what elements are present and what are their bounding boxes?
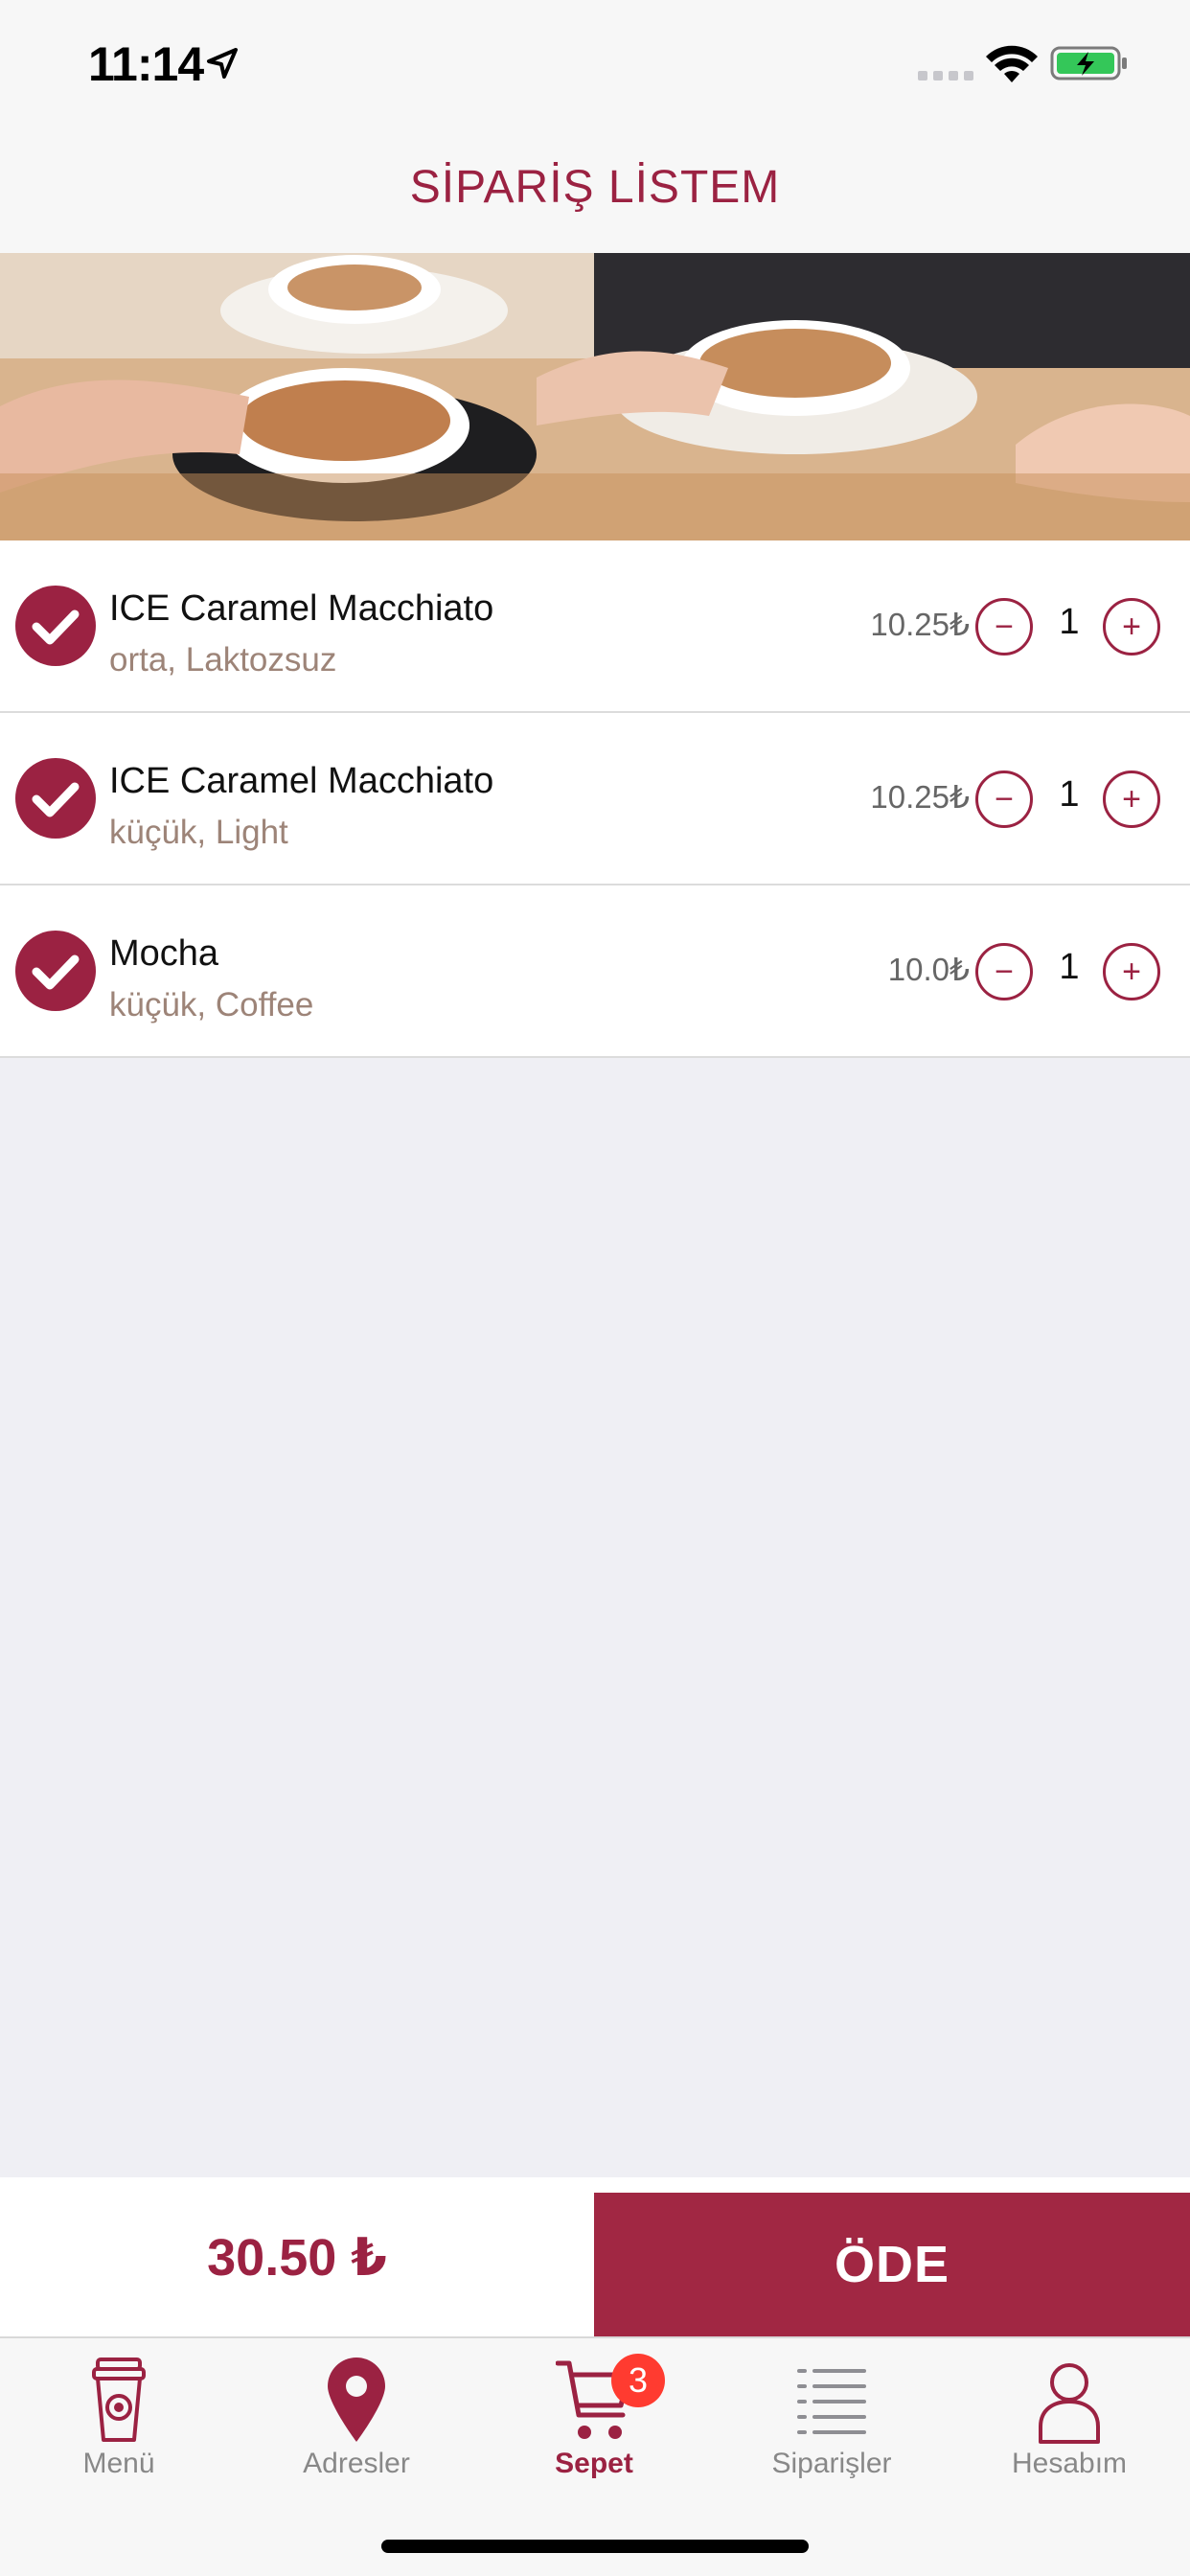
- increase-quantity-button[interactable]: +: [1103, 943, 1160, 1000]
- checkout-bar: 30.50 ₺ ÖDE: [0, 2177, 1190, 2336]
- coffee-cups-photo: [0, 253, 1190, 540]
- item-options: küçük, Coffee: [109, 986, 314, 1024]
- coffee-cup-icon: [92, 2358, 146, 2442]
- wifi-icon: [986, 45, 1038, 82]
- tab-siparisler[interactable]: Siparişler: [713, 2346, 950, 2499]
- quantity-value: 1: [1059, 947, 1080, 987]
- banner-illustration: [0, 253, 1190, 540]
- decrease-quantity-button[interactable]: −: [975, 770, 1033, 828]
- page-title: SİPARİŞ LİSTEM: [409, 161, 781, 213]
- map-pin-icon: [328, 2358, 385, 2442]
- checkmark-icon[interactable]: [15, 931, 96, 1011]
- list-item[interactable]: Mocha küçük, Coffee 10.0₺ − 1 +: [0, 886, 1190, 1058]
- item-name: ICE Caramel Macchiato: [109, 588, 494, 629]
- tab-adresler[interactable]: Adresler: [238, 2346, 475, 2499]
- checkmark-icon[interactable]: [15, 758, 96, 839]
- cart-count-badge: 3: [611, 2354, 665, 2407]
- decrease-quantity-button[interactable]: −: [975, 598, 1033, 656]
- list-icon: [797, 2369, 866, 2434]
- decrease-quantity-button[interactable]: −: [975, 943, 1033, 1000]
- item-price: 10.25₺: [870, 607, 970, 642]
- quantity-value: 1: [1059, 774, 1080, 815]
- tab-label: Sepet: [555, 2448, 633, 2479]
- cell-signal-icon: [918, 71, 973, 80]
- pay-button[interactable]: ÖDE: [594, 2193, 1190, 2336]
- home-indicator[interactable]: [381, 2540, 809, 2553]
- item-price: 10.25₺: [870, 779, 970, 815]
- tab-label: Siparişler: [771, 2448, 892, 2479]
- nav-header: SİPARİŞ LİSTEM: [0, 134, 1190, 253]
- item-options: orta, Laktozsuz: [109, 641, 337, 678]
- list-item[interactable]: ICE Caramel Macchiato küçük, Light 10.25…: [0, 713, 1190, 886]
- order-list: ICE Caramel Macchiato orta, Laktozsuz 10…: [0, 540, 1190, 1058]
- location-arrow-icon: [207, 48, 238, 79]
- status-bar: 11:14: [0, 0, 1190, 134]
- status-time: 11:14: [88, 37, 204, 91]
- tab-label: Adresler: [303, 2448, 410, 2479]
- screen: 11:14 SİPARİŞ LİSTEM ICE Caramel Macchia…: [0, 0, 1190, 2576]
- tab-menu[interactable]: Menü: [0, 2346, 238, 2499]
- user-icon: [1039, 2363, 1100, 2444]
- list-item[interactable]: ICE Caramel Macchiato orta, Laktozsuz 10…: [0, 540, 1190, 713]
- tab-sepet[interactable]: 3 Sepet: [475, 2346, 713, 2499]
- tab-hesabim[interactable]: Hesabım: [950, 2346, 1188, 2499]
- checkmark-icon[interactable]: [15, 586, 96, 666]
- total-amount: 30.50 ₺: [207, 2228, 387, 2287]
- item-price: 10.0₺: [887, 952, 970, 987]
- item-name: ICE Caramel Macchiato: [109, 761, 494, 801]
- quantity-value: 1: [1059, 602, 1080, 642]
- increase-quantity-button[interactable]: +: [1103, 770, 1160, 828]
- tab-label: Menü: [82, 2448, 155, 2479]
- item-name: Mocha: [109, 933, 219, 974]
- item-options: küçük, Light: [109, 814, 288, 851]
- battery-charging-icon: [1050, 46, 1127, 80]
- increase-quantity-button[interactable]: +: [1103, 598, 1160, 656]
- tab-label: Hesabım: [1011, 2448, 1128, 2479]
